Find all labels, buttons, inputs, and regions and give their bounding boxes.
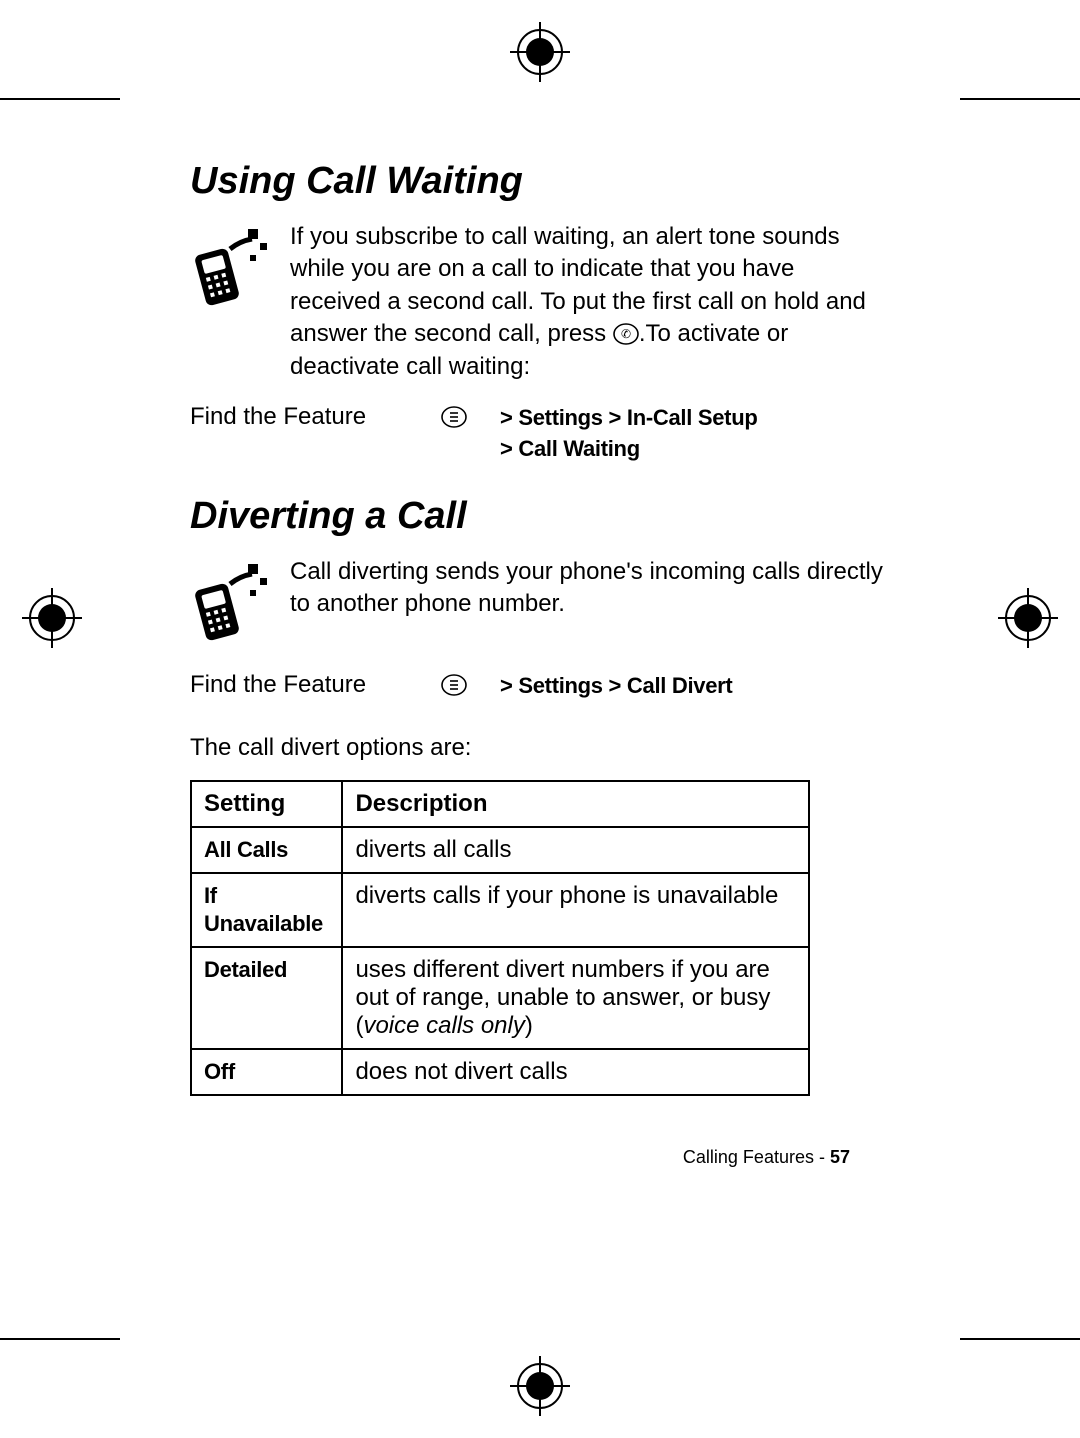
menu-path: > Settings > Call Divert <box>500 671 732 702</box>
heading-call-waiting: Using Call Waiting <box>190 160 890 203</box>
svg-text:✆: ✆ <box>621 327 631 341</box>
section1-body: If you subscribe to call waiting, an ale… <box>190 221 890 383</box>
setting-if-unavailable: If Unavailable <box>204 883 323 936</box>
section2-paragraph: Call diverting sends your phone's incomi… <box>290 556 890 621</box>
section1-paragraph: If you subscribe to call waiting, an ale… <box>290 221 890 383</box>
page-footer: Calling Features - 57 <box>683 1147 850 1168</box>
table-row: Detailed uses different divert numbers i… <box>191 947 809 1049</box>
menu-path: > Settings > In-Call Setup > Call Waitin… <box>500 403 757 465</box>
phone-network-icon <box>190 556 270 651</box>
find-feature-row: Find the Feature > Settings > In-Call Se… <box>190 403 890 465</box>
menu-key-icon <box>440 671 500 704</box>
registration-mark-icon <box>998 588 1058 648</box>
footer-label: Calling Features - <box>683 1147 830 1167</box>
divert-options-table: Setting Description All Calls diverts al… <box>190 780 810 1096</box>
page-content: Using Call Waiting <box>190 160 890 1096</box>
table-row: All Calls diverts all calls <box>191 827 809 873</box>
crop-mark <box>960 98 1080 100</box>
section2-body: Call diverting sends your phone's incomi… <box>190 556 890 651</box>
heading-diverting: Diverting a Call <box>190 495 890 538</box>
text: ) <box>525 1012 533 1039</box>
desc: does not divert calls <box>342 1049 809 1095</box>
crop-mark <box>0 1338 120 1340</box>
desc: uses different divert numbers if you are… <box>342 947 809 1049</box>
table-row: Off does not divert calls <box>191 1049 809 1095</box>
registration-mark-icon <box>22 588 82 648</box>
options-intro: The call divert options are: <box>190 734 890 762</box>
table-header-row: Setting Description <box>191 781 809 827</box>
setting-detailed: Detailed <box>204 957 287 982</box>
find-feature-row: Find the Feature > Settings > Call Diver… <box>190 671 890 704</box>
manual-page: Using Call Waiting <box>0 0 1080 1438</box>
registration-mark-icon <box>510 22 570 82</box>
page-number: 57 <box>830 1147 850 1167</box>
menu-key-icon <box>440 403 500 436</box>
find-feature-label: Find the Feature <box>190 671 440 699</box>
col-setting: Setting <box>191 781 342 827</box>
path-line-2: > Call Waiting <box>500 436 640 461</box>
desc: diverts all calls <box>342 827 809 873</box>
setting-all-calls: All Calls <box>204 837 288 862</box>
phone-network-icon <box>190 221 270 316</box>
find-feature-label: Find the Feature <box>190 403 440 431</box>
crop-mark <box>0 98 120 100</box>
path-line-1: > Settings > Call Divert <box>500 673 732 698</box>
send-key-icon: ✆ <box>613 319 639 351</box>
path-line-1: > Settings > In-Call Setup <box>500 405 757 430</box>
desc: diverts calls if your phone is unavailab… <box>342 873 809 947</box>
setting-off: Off <box>204 1059 235 1084</box>
crop-mark <box>960 1338 1080 1340</box>
col-description: Description <box>342 781 809 827</box>
text-italic: voice calls only <box>363 1012 524 1039</box>
registration-mark-icon <box>510 1356 570 1416</box>
table-row: If Unavailable diverts calls if your pho… <box>191 873 809 947</box>
